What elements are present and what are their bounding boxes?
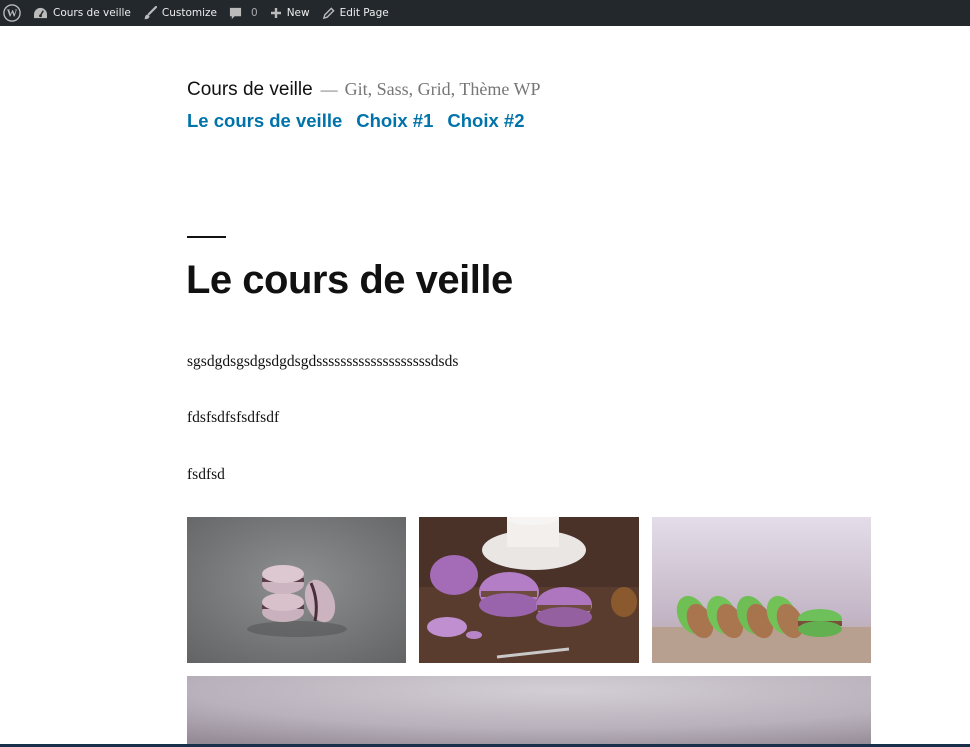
- page-title: Le cours de veille: [186, 258, 513, 302]
- site-name-label: Cours de veille: [53, 7, 131, 19]
- admin-bar: W Cours de veille Customize 0 New Edit P…: [0, 0, 970, 26]
- nav-item-le-cours-de-veille[interactable]: Le cours de veille: [187, 110, 342, 132]
- macarons-stack-photo: [187, 517, 406, 663]
- gallery-image-4[interactable]: [187, 676, 871, 747]
- paragraph-1: sgsdgdsgsdgsdgdsgdsssssssssssssssssssdsd…: [187, 353, 459, 370]
- gallery-image-1[interactable]: [187, 517, 406, 663]
- site-description: Git, Sass, Grid, Thème WP: [344, 79, 541, 99]
- svg-text:W: W: [7, 8, 18, 20]
- paintbrush-icon: [143, 6, 157, 20]
- customize-label: Customize: [161, 7, 218, 19]
- green-macarons-row-photo: [652, 517, 871, 663]
- title-divider: [187, 236, 226, 238]
- comments-count: 0: [251, 7, 258, 19]
- title-separator: —: [320, 80, 338, 99]
- wordpress-logo-icon: W: [3, 4, 21, 22]
- comments-button[interactable]: 0: [223, 0, 264, 26]
- wordpress-logo-button[interactable]: W: [0, 0, 27, 26]
- customize-button[interactable]: Customize: [137, 0, 223, 26]
- wide-gradient-photo: [187, 676, 871, 747]
- site-branding: Cours de veille — Git, Sass, Grid, Thème…: [187, 79, 787, 101]
- edit-page-button[interactable]: Edit Page: [316, 0, 395, 26]
- site-name-menu[interactable]: Cours de veille: [27, 0, 137, 26]
- dashboard-gauge-icon: [33, 7, 48, 20]
- new-label: New: [286, 7, 310, 19]
- site-title-link[interactable]: Cours de veille: [187, 79, 313, 101]
- comment-bubble-icon: [229, 7, 242, 20]
- gallery-image-2[interactable]: [419, 517, 639, 663]
- edit-page-label: Edit Page: [339, 7, 389, 19]
- paragraph-3: fsdfsd: [187, 466, 225, 483]
- paragraph-2: fdsfsdfsfsdfsdf: [187, 409, 280, 426]
- plus-icon: [270, 7, 282, 19]
- new-content-button[interactable]: New: [264, 0, 316, 26]
- gallery-image-3[interactable]: [652, 517, 871, 663]
- purple-macarons-coffee-photo: [419, 517, 639, 663]
- main-navigation: Le cours de veille Choix #1 Choix #2: [187, 110, 787, 132]
- pencil-icon: [322, 6, 335, 20]
- site-header: Cours de veille — Git, Sass, Grid, Thème…: [187, 79, 787, 132]
- nav-item-choix-1[interactable]: Choix #1: [356, 110, 433, 132]
- nav-item-choix-2[interactable]: Choix #2: [447, 110, 524, 132]
